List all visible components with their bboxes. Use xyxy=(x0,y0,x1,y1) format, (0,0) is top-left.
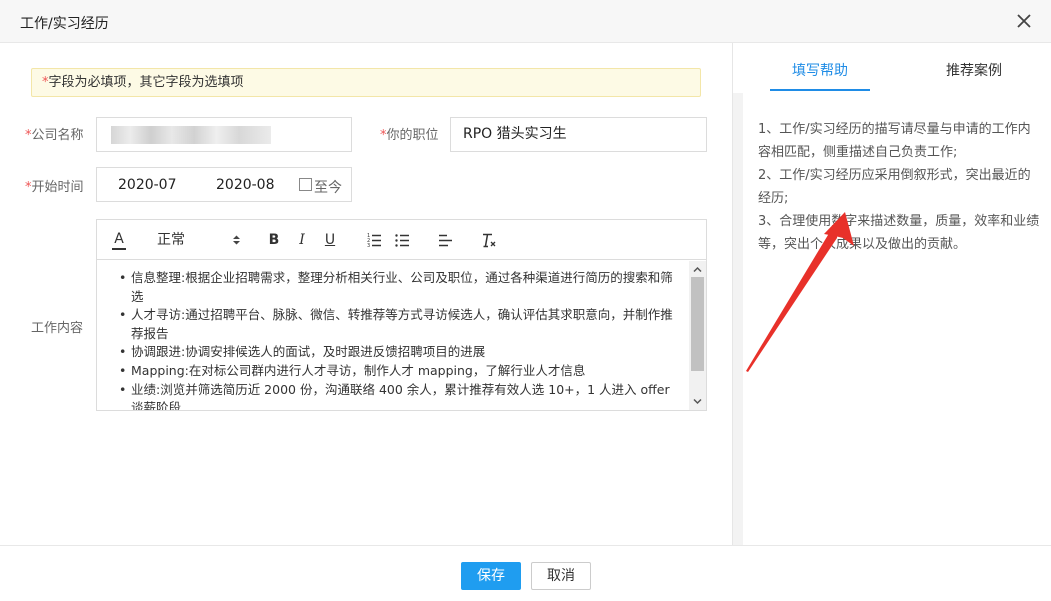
scrollbar-thumb[interactable] xyxy=(691,277,704,371)
svg-text:3: 3 xyxy=(367,243,370,249)
clear-format-icon[interactable] xyxy=(481,231,497,249)
date-range-input: 2020-07 2020-08 至今 xyxy=(96,167,352,202)
company-input[interactable] xyxy=(96,117,352,152)
position-label: *你的职位 xyxy=(380,128,439,143)
scroll-down-icon[interactable] xyxy=(693,397,702,406)
dialog-footer: 保存 取消 xyxy=(0,545,1051,601)
font-color-icon: A xyxy=(114,231,124,247)
present-checkbox[interactable] xyxy=(299,178,312,191)
annotation-arrow xyxy=(746,212,854,372)
work-content-label: 工作内容 xyxy=(31,321,84,336)
blurred-company-name xyxy=(111,126,271,144)
close-icon[interactable] xyxy=(1013,10,1035,32)
scroll-up-icon[interactable] xyxy=(693,265,702,274)
notice-text: 字段为必填项，其它字段为选填项 xyxy=(48,75,244,90)
company-label: *公司名称 xyxy=(25,128,84,143)
italic-button[interactable]: I xyxy=(295,231,309,249)
help-tabs: 填写帮助 推荐案例 xyxy=(733,43,1051,93)
bullet-list-icon[interactable] xyxy=(395,231,410,249)
list-item: 协调跟进:协调安排候选人的面试，及时跟进反馈招聘项目的进展 xyxy=(119,343,677,362)
list-item: 信息整理:根据企业招聘需求，整理分析相关行业、公司及职位，通过各种渠道进行简历的… xyxy=(119,269,677,306)
work-content-list: 信息整理:根据企业招聘需求，整理分析相关行业、公司及职位，通过各种渠道进行简历的… xyxy=(119,269,677,410)
start-date-input[interactable]: 2020-07 xyxy=(118,177,177,193)
required-notice: *字段为必填项，其它字段为选填项 xyxy=(31,68,701,97)
editor-toolbar: A 正常 B I U 1 2 3 xyxy=(97,220,706,260)
help-tip: 1、工作/实习经历的描写请尽量与申请的工作内容相匹配，侧重描述自己负责工作; xyxy=(758,122,1031,160)
font-color-button[interactable]: A xyxy=(112,231,126,250)
save-button[interactable]: 保存 xyxy=(461,562,521,590)
active-tab-indicator xyxy=(770,89,870,91)
ordered-list-icon[interactable]: 1 2 3 xyxy=(367,231,382,249)
select-chevron-icon xyxy=(233,235,240,245)
position-input[interactable]: RPO 猎头实习生 xyxy=(450,117,707,152)
help-tip: 2、工作/实习经历应采用倒叙形式，突出最近的经历; xyxy=(758,168,1031,206)
editor-scrollbar[interactable] xyxy=(689,261,706,410)
editor-content[interactable]: 信息整理:根据企业招聘需求，整理分析相关行业、公司及职位，通过各种渠道进行简历的… xyxy=(97,261,689,410)
align-left-icon[interactable] xyxy=(438,231,453,249)
cancel-button[interactable]: 取消 xyxy=(531,562,591,590)
bold-button[interactable]: B xyxy=(267,231,281,249)
tab-recommended-cases[interactable]: 推荐案例 xyxy=(946,60,1002,80)
list-item: 人才寻访:通过招聘平台、脉脉、微信、转推荐等方式寻访候选人，确认评估其求职意向，… xyxy=(119,306,677,343)
paragraph-style-value: 正常 xyxy=(157,232,185,248)
underline-button[interactable]: U xyxy=(323,231,337,249)
list-item: 业绩:浏览并筛选简历近 2000 份，沟通联络 400 余人，累计推荐有效人选 … xyxy=(119,381,677,410)
form-pane: *字段为必填项，其它字段为选填项 *公司名称 *你的职位 RPO 猎头实习生 *… xyxy=(0,43,732,545)
rich-text-editor: A 正常 B I U 1 2 3 • 信息整理:根据企业招聘需求，整理分析相关行… xyxy=(96,219,707,411)
start-time-label: *开始时间 xyxy=(25,180,84,195)
present-label: 至今 xyxy=(314,180,342,196)
end-date-input[interactable]: 2020-08 xyxy=(216,177,275,193)
paragraph-style-select[interactable]: 正常 xyxy=(157,231,242,249)
list-item: Mapping:在对标公司群内进行人才寻访，制作人才 mapping，了解行业人… xyxy=(119,362,677,381)
dialog-title: 工作/实习经历 xyxy=(20,16,109,32)
tab-fill-help[interactable]: 填写帮助 xyxy=(792,60,848,80)
dialog-header: 工作/实习经历 xyxy=(0,0,1051,43)
